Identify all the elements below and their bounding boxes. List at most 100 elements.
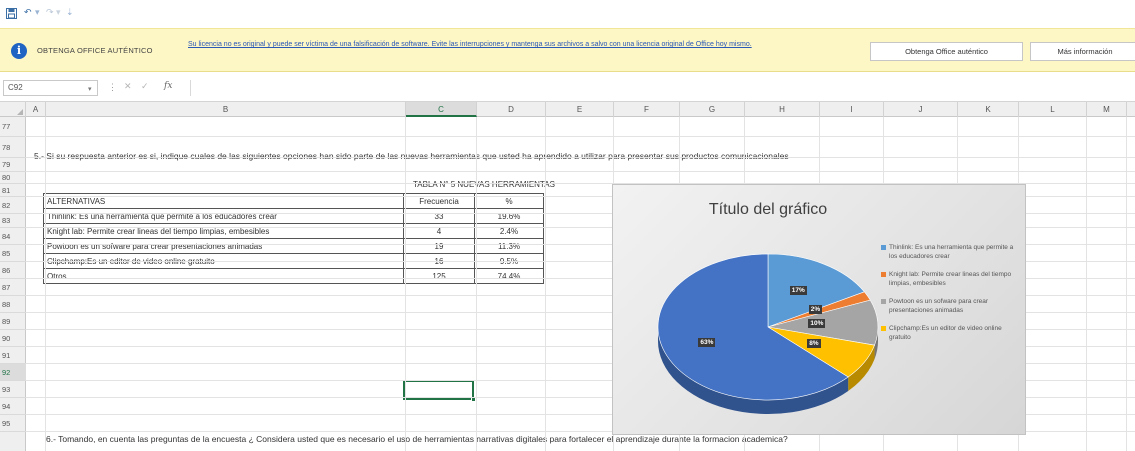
column-header-j[interactable]: J: [884, 102, 958, 117]
column-header-l[interactable]: L: [1019, 102, 1087, 117]
row-header-79[interactable]: 79: [0, 158, 26, 172]
legend-entry[interactable]: Thinlink: Es una herramienta que permite…: [881, 243, 1021, 261]
name-box[interactable]: C92 ▾: [3, 80, 98, 96]
column-gridline: [476, 117, 477, 451]
row-header-82[interactable]: 82: [0, 197, 26, 214]
row-header-89[interactable]: 89: [0, 313, 26, 330]
row-header-88[interactable]: 88: [0, 296, 26, 313]
table-row: Knight lab: Permite crear lineas del tie…: [43, 223, 544, 239]
undo-icon[interactable]: ↶: [24, 8, 32, 20]
legend-entry[interactable]: Clipchamp:Es un editor de video online g…: [881, 324, 1021, 342]
question-5-text: 5.- Si su respuesta anterior es si, indi…: [34, 151, 789, 161]
row-header-93[interactable]: 93: [0, 381, 26, 398]
row-header-77[interactable]: 77: [0, 117, 26, 137]
column-header-e[interactable]: E: [546, 102, 614, 117]
column-headers: ABCDEFGHIJKLM: [0, 102, 1135, 117]
redo-dropdown-icon[interactable]: ▾: [56, 8, 61, 20]
alternative-cell[interactable]: Otros: [43, 268, 404, 284]
row-header-83[interactable]: 83: [0, 214, 26, 228]
table-row: Powtoon es un sofware para crear present…: [43, 238, 544, 254]
data-label-2: 2%: [808, 305, 823, 315]
row-header-86[interactable]: 86: [0, 262, 26, 279]
select-all-button[interactable]: [0, 102, 26, 117]
customize-icon[interactable]: ⇣: [66, 8, 74, 20]
name-box-value: C92: [8, 83, 23, 92]
get-genuine-office-button[interactable]: Obtenga Office auténtico: [870, 42, 1023, 61]
frequency-cell[interactable]: 33: [403, 208, 475, 224]
cancel-icon[interactable]: ✕: [124, 82, 132, 92]
column-header-f[interactable]: F: [614, 102, 680, 117]
chart-legend: Thinlink: Es una herramienta que permite…: [881, 243, 1021, 351]
row-header-78[interactable]: 78: [0, 137, 26, 158]
row-header-81[interactable]: 81: [0, 184, 26, 197]
frequency-cell[interactable]: 19: [403, 238, 475, 254]
column-header-k[interactable]: K: [958, 102, 1019, 117]
legend-label: Powtoon es un sofware para crear present…: [889, 298, 988, 314]
row-header-84[interactable]: 84: [0, 228, 26, 245]
legend-swatch: [881, 326, 886, 331]
percent-cell[interactable]: 19.6%: [474, 208, 544, 224]
legend-entry[interactable]: Powtoon es un sofware para crear present…: [881, 297, 1021, 315]
legend-entry[interactable]: Knight lab: Permite crear lineas del tie…: [881, 270, 1021, 288]
row-header-80[interactable]: 80: [0, 172, 26, 184]
formula-input[interactable]: [190, 80, 1130, 96]
percent-cell[interactable]: 2.4%: [474, 223, 544, 239]
legend-swatch: [881, 272, 886, 277]
enter-icon[interactable]: ✓: [141, 82, 149, 92]
alternative-cell[interactable]: Thinlink: Es una herramienta que permite…: [43, 208, 404, 224]
formula-bar: C92 ▾ ⋮ ✕ ✓ fx: [0, 72, 1135, 102]
undo-dropdown-icon[interactable]: ▾: [35, 8, 40, 20]
license-bar-title: OBTENGA OFFICE AUTÉNTICO: [37, 46, 153, 55]
legend-swatch: [881, 299, 886, 304]
license-bar-message[interactable]: Su licencia no es original y puede ser v…: [188, 40, 848, 50]
more-info-button[interactable]: Más información: [1030, 42, 1135, 61]
chevron-down-icon[interactable]: ▾: [88, 83, 92, 97]
percent-cell[interactable]: 74.4%: [474, 268, 544, 284]
alternative-cell[interactable]: Powtoon es un sofware para crear present…: [43, 238, 404, 254]
data-label-5: 63%: [698, 338, 716, 348]
row-header-85[interactable]: 85: [0, 245, 26, 262]
select-all-icon: [17, 109, 23, 115]
row-header-95[interactable]: 95: [0, 415, 26, 432]
table-row: Otros 125 74.4%: [43, 268, 544, 284]
alternative-cell[interactable]: Knight lab: Permite crear lineas del tie…: [43, 223, 404, 239]
column-header-i[interactable]: I: [820, 102, 884, 117]
row-gridline: [26, 136, 1135, 137]
frequency-cell[interactable]: 4: [403, 223, 475, 239]
column-header-d[interactable]: D: [477, 102, 546, 117]
alternatives-table: ALTERNATIVAS Frecuencia% Thinlink: Es una …: [43, 193, 544, 284]
column-header-g[interactable]: G: [680, 102, 745, 117]
table-caption: TABLA N° 5 NUEVAS HERRAMIENTAS: [413, 180, 555, 189]
redo-icon[interactable]: ↷: [46, 8, 54, 20]
table-row: Thinlink: Es una herramienta que permite…: [43, 208, 544, 224]
data-label-3: 10%: [808, 318, 826, 328]
row-header-94[interactable]: 94: [0, 398, 26, 415]
column-header-b[interactable]: B: [46, 102, 406, 117]
data-label-1: 17%: [789, 286, 807, 296]
row-header-90[interactable]: 90: [0, 330, 26, 347]
license-warning-bar: i OBTENGA OFFICE AUTÉNTICO Su licencia n…: [0, 28, 1135, 72]
data-label-4: 8%: [807, 338, 821, 348]
formula-bar-grip-icon: ⋮: [108, 82, 117, 92]
row-header-92[interactable]: 92: [0, 364, 26, 381]
row-gridline: [26, 157, 1135, 158]
column-header-a[interactable]: A: [26, 102, 46, 117]
row-header-87[interactable]: 87: [0, 279, 26, 296]
column-header-m[interactable]: M: [1087, 102, 1127, 117]
column-header-h[interactable]: H: [745, 102, 820, 117]
row-gridline: [26, 171, 1135, 172]
info-icon: i: [11, 43, 27, 59]
legend-swatch: [881, 245, 886, 250]
legend-label: Knight lab: Permite crear lineas del tie…: [889, 271, 1012, 287]
row-headers: 77 78 79 80 81 82 83 84 85 86 87 88 89 90 91 92 93 94 95: [0, 117, 26, 451]
row-header-91[interactable]: 91: [0, 347, 26, 364]
column-gridline: [1086, 117, 1087, 451]
pie-chart[interactable]: Título del gráfico Thinlink: Es una herr…: [612, 184, 1026, 435]
column-gridline: [45, 117, 46, 451]
percent-cell[interactable]: 11.3%: [474, 238, 544, 254]
save-icon[interactable]: [6, 8, 17, 20]
insert-function-icon[interactable]: fx: [164, 81, 172, 91]
frequency-cell[interactable]: 125: [403, 268, 475, 284]
column-header-c[interactable]: C: [406, 102, 477, 117]
legend-label: Clipchamp:Es un editor de video online g…: [889, 325, 1002, 341]
